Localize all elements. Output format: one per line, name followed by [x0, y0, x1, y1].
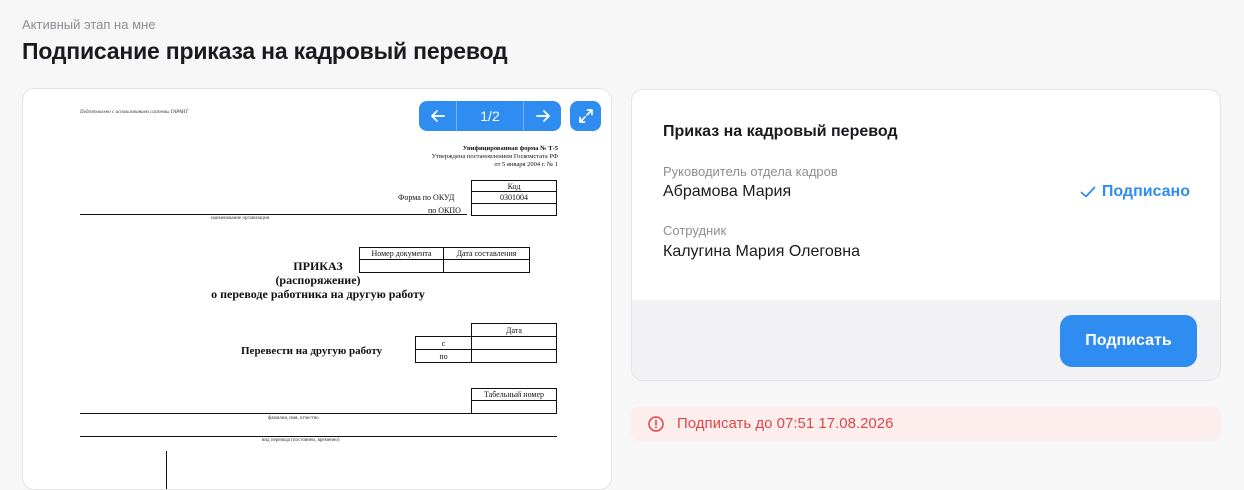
card-title: Приказ на кадровый перевод [663, 123, 898, 140]
signer-role: Руководитель отдела кадров [663, 164, 838, 179]
page-indicator: 1/2 [456, 101, 524, 131]
employee-name: Калугина Мария Олеговна [663, 243, 860, 260]
deadline-text: Подписать до 07:51 17.08.2026 [677, 415, 894, 432]
signer-name: Абрамова Мария [663, 183, 792, 200]
expand-button[interactable] [570, 101, 601, 131]
card-footer: Подписать [632, 300, 1220, 380]
order-subtitle: (распоряжение) [275, 273, 361, 287]
document-page: Подготовлено с использованием системы ГА… [23, 89, 611, 489]
transfer-label: Перевести на другую работу [241, 345, 383, 357]
expand-icon [578, 109, 593, 123]
signed-status-label: Подписано [1101, 183, 1190, 200]
check-icon [1080, 186, 1096, 198]
okpo-value [471, 203, 557, 216]
arrow-left-icon [430, 110, 445, 122]
garant-note: Подготовлено с использованием системы ГА… [80, 110, 189, 115]
form-line-2: Утверждена постановлением Госкомстата РФ [431, 153, 558, 160]
page-navigator: 1/2 [419, 101, 561, 131]
next-page-button[interactable] [524, 101, 561, 131]
sign-button[interactable]: Подписать [1060, 315, 1197, 367]
stage-label: Активный этап на мне [22, 17, 156, 32]
form-header: Унифицированная форма № Т-5 Утверждена п… [432, 145, 558, 169]
page-title: Подписание приказа на кадровый перевод [22, 38, 508, 64]
alert-circle-icon [648, 415, 664, 432]
fio-caption: фамилия, имя, отчество [268, 416, 319, 421]
order-title: ПРИКАЗ [293, 259, 343, 273]
prev-page-button[interactable] [419, 101, 456, 131]
date-header: Дата [471, 323, 557, 337]
okud-label: Форма по ОКУД [398, 193, 455, 202]
form-line-3: от 5 января 2004 г. № 1 [494, 161, 558, 168]
deadline-banner: Подписать до 07:51 17.08.2026 [631, 406, 1221, 441]
employee-role: Сотрудник [663, 223, 727, 238]
from-label: с [415, 336, 472, 350]
form-line-1: Унифицированная форма № Т-5 [462, 145, 558, 152]
to-label: по [415, 349, 472, 363]
signed-status: Подписано [1080, 183, 1190, 201]
order-desc: о переводе работника на другую работу [211, 287, 425, 301]
org-caption: наименование организации [211, 216, 270, 221]
order-info-card: Приказ на кадровый перевод Руководитель … [631, 89, 1221, 381]
transfer-type-caption: вид перевода (постоянно, временно) [262, 438, 340, 443]
document-viewer: Подготовлено с использованием системы ГА… [22, 88, 612, 490]
order-heading: ПРИКАЗ (распоряжение) о переводе работни… [208, 259, 428, 301]
arrow-right-icon [535, 110, 550, 122]
